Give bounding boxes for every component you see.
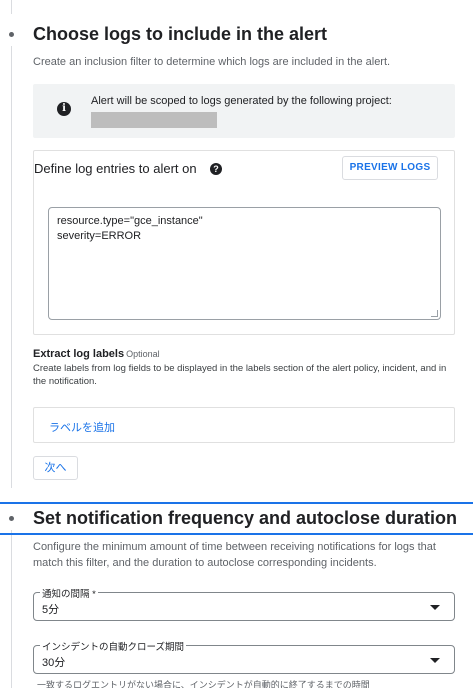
log-entries-card: Define log entries to alert on ? PREVIEW…: [33, 150, 455, 335]
next-button[interactable]: 次へ: [33, 456, 78, 480]
autoclose-duration-label: インシデントの自動クローズ期間: [40, 639, 187, 653]
preview-logs-button[interactable]: PREVIEW LOGS: [342, 156, 438, 180]
query-line: resource.type="gce_instance": [57, 215, 203, 227]
help-icon[interactable]: ?: [210, 163, 222, 175]
section-title-notification-frequency: Set notification frequency and autoclose…: [33, 508, 458, 528]
autoclose-duration-select[interactable]: インシデントの自動クローズ期間 30分: [33, 639, 455, 674]
extract-labels-title: Extract log labels Optional: [33, 348, 160, 360]
autoclose-hint-text: 一致するログエントリがない場合に、インシデントが自動的に終了するまでの時間: [37, 680, 370, 688]
optional-tag: Optional: [126, 349, 160, 359]
project-scope-info-box: i Alert will be scoped to logs generated…: [33, 84, 455, 138]
section-title-choose-logs: Choose logs to include in the alert: [33, 24, 328, 44]
step-dot-2: [9, 516, 14, 521]
log-entries-title: Define log entries to alert on: [34, 161, 197, 176]
notification-interval-value: 5分: [42, 604, 60, 616]
query-line: severity=ERROR: [57, 230, 142, 242]
autoclose-duration-value: 30分: [42, 657, 66, 669]
active-section-divider-bottom: [0, 533, 473, 535]
extract-labels-title-text: Extract log labels: [33, 348, 125, 360]
info-icon: i: [57, 102, 71, 116]
section-description-choose-logs: Create an inclusion filter to determine …: [33, 56, 391, 68]
project-scope-text: Alert will be scoped to logs generated b…: [91, 95, 392, 107]
add-label-container: ラベルを追加: [33, 407, 455, 443]
notification-interval-select[interactable]: 通知の間隔 * 5分: [33, 586, 455, 621]
dropdown-arrow-icon: [430, 605, 440, 610]
timeline-rail-top: [11, 0, 12, 14]
active-section-divider-top: [0, 502, 473, 504]
dropdown-arrow-icon: [430, 658, 440, 663]
redacted-project-name: [91, 112, 217, 128]
add-label-link[interactable]: ラベルを追加: [49, 419, 115, 435]
log-query-editor[interactable]: resource.type="gce_instance" severity=ER…: [48, 207, 441, 320]
notification-interval-label: 通知の間隔 *: [40, 586, 98, 600]
timeline-rail-2: [11, 530, 12, 688]
section-description-notification-frequency: Configure the minimum amount of time bet…: [33, 541, 436, 569]
timeline-rail-1: [11, 46, 12, 488]
extract-labels-description: Create labels from log fields to be disp…: [33, 363, 447, 387]
resize-handle-icon[interactable]: [431, 310, 438, 317]
step-dot-1: [9, 32, 14, 37]
